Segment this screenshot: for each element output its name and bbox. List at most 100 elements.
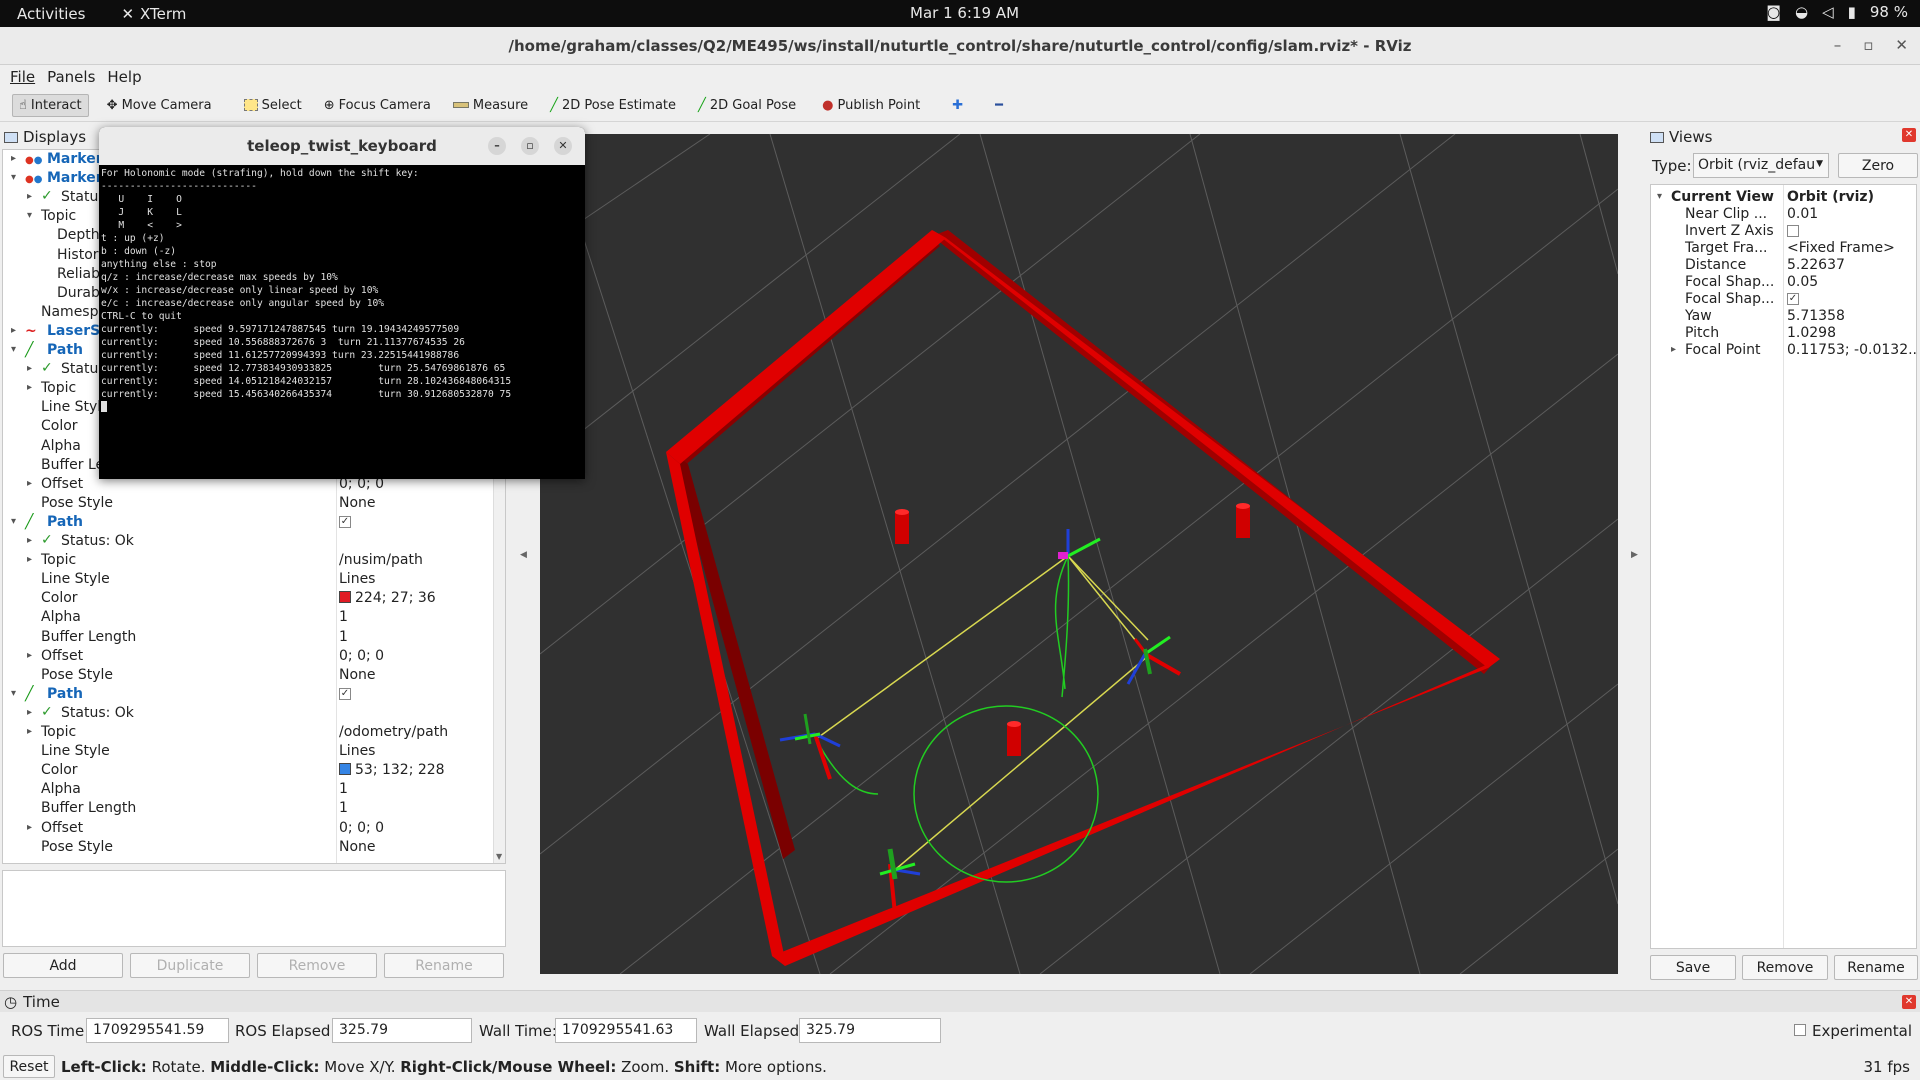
tree-row-value[interactable]: 1 xyxy=(339,781,348,797)
menu-file[interactable]: File xyxy=(10,68,35,86)
views-row[interactable]: Pitch 1.0298 xyxy=(1651,325,1916,342)
maximize-icon[interactable]: ▫ xyxy=(1863,36,1873,54)
tree-row[interactable]: ▸ Topic/odometry/path xyxy=(3,723,493,742)
collapsed-arrow-icon[interactable]: ▸ xyxy=(27,478,32,489)
view-checkbox[interactable] xyxy=(1787,225,1799,237)
views-row-value[interactable]: 5.22637 xyxy=(1787,257,1845,273)
tree-row-value[interactable]: /odometry/path xyxy=(339,724,448,740)
color-swatch[interactable] xyxy=(339,763,351,776)
collapse-left-icon[interactable]: ◀ xyxy=(520,550,527,560)
views-rename-button[interactable]: Rename xyxy=(1834,955,1918,980)
teleop-terminal-window[interactable]: teleop_twist_keyboard – ▫ ✕ For Holonomi… xyxy=(99,127,585,479)
tree-row-value[interactable]: Lines xyxy=(339,571,375,587)
enable-checkbox[interactable]: ✓ xyxy=(339,515,351,528)
clock[interactable]: Mar 1 6:19 AM xyxy=(910,4,1019,22)
add-tool-button[interactable]: ✚ xyxy=(946,95,969,116)
views-row[interactable]: Distance 5.22637 xyxy=(1651,257,1916,274)
close-icon[interactable]: ✕ xyxy=(1895,36,1908,54)
tree-row-value[interactable]: 0; 0; 0 xyxy=(339,820,384,836)
views-row[interactable]: Focal Shap... ✓ xyxy=(1651,291,1916,308)
menu-panels[interactable]: Panels xyxy=(47,68,95,86)
tree-row[interactable]: ▸ Offset 0; 0; 0 xyxy=(3,819,493,838)
remove-tool-button[interactable]: ━ xyxy=(989,95,1009,116)
focus-camera-tool[interactable]: ⊕ Focus Camera xyxy=(318,95,437,116)
ros-elapsed-field[interactable]: 325.79 xyxy=(332,1018,472,1043)
views-row[interactable]: Yaw 5.71358 xyxy=(1651,308,1916,325)
color-swatch[interactable] xyxy=(339,591,351,604)
tree-row[interactable]: ▸ Topic/nusim/path xyxy=(3,551,493,570)
collapsed-arrow-icon[interactable]: ▸ xyxy=(11,325,16,336)
collapsed-arrow-icon[interactable]: ▸ xyxy=(27,382,32,393)
publish-point-tool[interactable]: ● Publish Point xyxy=(816,95,926,116)
terminal-maximize-icon[interactable]: ▫ xyxy=(521,137,539,155)
tree-row-value[interactable]: 1 xyxy=(339,609,348,625)
select-tool[interactable]: Select xyxy=(238,95,308,116)
collapsed-arrow-icon[interactable]: ▸ xyxy=(27,726,32,737)
terminal-output[interactable]: For Holonomic mode (strafing), hold down… xyxy=(101,167,583,479)
views-row[interactable]: Near Clip ... 0.01 xyxy=(1651,206,1916,223)
tree-row-value[interactable]: None xyxy=(339,839,376,855)
collapsed-arrow-icon[interactable]: ▸ xyxy=(1671,344,1676,355)
expanded-arrow-icon[interactable]: ▾ xyxy=(27,210,32,221)
tree-row-value[interactable]: None xyxy=(339,667,376,683)
terminal-close-icon[interactable]: ✕ xyxy=(554,137,572,155)
tree-row[interactable]: Alpha 1 xyxy=(3,608,493,627)
collapsed-arrow-icon[interactable]: ▸ xyxy=(27,650,32,661)
wall-elapsed-field[interactable]: 325.79 xyxy=(799,1018,941,1043)
views-row-value[interactable]: 5.71358 xyxy=(1787,308,1845,324)
views-row[interactable]: Target Fra... <Fixed Frame> xyxy=(1651,240,1916,257)
remove-button[interactable]: Remove xyxy=(257,953,377,978)
move-camera-tool[interactable]: ✥ Move Camera xyxy=(101,95,218,116)
duplicate-button[interactable]: Duplicate xyxy=(130,953,250,978)
activities-button[interactable]: Activities xyxy=(17,5,85,23)
app-menu[interactable]: ✕ XTerm xyxy=(121,5,186,23)
collapse-right-icon[interactable]: ▶ xyxy=(1631,550,1638,560)
rename-button[interactable]: Rename xyxy=(384,953,504,978)
terminal-minimize-icon[interactable]: – xyxy=(488,137,506,155)
expanded-arrow-icon[interactable]: ▾ xyxy=(11,344,16,355)
measure-tool[interactable]: Measure xyxy=(447,95,534,116)
collapsed-arrow-icon[interactable]: ▸ xyxy=(27,535,32,546)
tree-row-value[interactable]: 224; 27; 36 xyxy=(339,590,436,606)
tree-row[interactable]: Pose Style None xyxy=(3,838,493,857)
interact-tool[interactable]: ☝ Interact xyxy=(12,93,89,117)
tree-row[interactable]: ▸ ✓ Status: Ok xyxy=(3,704,493,723)
tree-row-value[interactable]: 1 xyxy=(339,629,348,645)
collapsed-arrow-icon[interactable]: ▸ xyxy=(11,153,16,164)
views-tree[interactable]: ▾ Current View Orbit (rviz) Near Clip ... 0.… xyxy=(1650,184,1917,949)
system-tray[interactable]: ◙ ◒ ◁ ▮ 98 % xyxy=(1766,3,1908,21)
close-time-icon[interactable]: ✕ xyxy=(1902,995,1916,1009)
views-row[interactable]: ▾ Current View Orbit (rviz) xyxy=(1651,189,1916,206)
tree-row[interactable]: Buffer Length 1 xyxy=(3,799,493,818)
tree-row-value[interactable]: None xyxy=(339,495,376,511)
tree-row[interactable]: ▾ ╱ Path ✓ xyxy=(3,513,493,532)
views-row-value[interactable]: Orbit (rviz) xyxy=(1787,189,1874,205)
reset-button[interactable]: Reset xyxy=(3,1055,55,1078)
tree-row-value[interactable]: 53; 132; 228 xyxy=(339,762,445,778)
goal-pose-tool[interactable]: ╱ 2D Goal Pose xyxy=(692,95,802,116)
3d-viewport[interactable] xyxy=(540,134,1618,974)
views-row-value[interactable]: 0.01 xyxy=(1787,206,1818,222)
views-row-value[interactable]: <Fixed Frame> xyxy=(1787,240,1895,256)
zero-button[interactable]: Zero xyxy=(1838,153,1918,178)
views-row-value[interactable]: 0.11753; -0.0132... xyxy=(1787,342,1916,358)
tree-row-value[interactable]: 1 xyxy=(339,800,348,816)
views-row-value[interactable]: 1.0298 xyxy=(1787,325,1836,341)
close-views-icon[interactable]: ✕ xyxy=(1902,128,1916,142)
collapsed-arrow-icon[interactable]: ▸ xyxy=(27,822,32,833)
view-checkbox[interactable]: ✓ xyxy=(1787,293,1799,305)
tree-row-value[interactable]: /nusim/path xyxy=(339,552,423,568)
menu-help[interactable]: Help xyxy=(107,68,141,86)
experimental-checkbox[interactable] xyxy=(1794,1024,1806,1036)
tree-row[interactable]: Buffer Length 1 xyxy=(3,628,493,647)
views-row[interactable]: Invert Z Axis xyxy=(1651,223,1916,240)
tree-row[interactable]: ▸ Offset 0; 0; 0 xyxy=(3,647,493,666)
collapsed-arrow-icon[interactable]: ▸ xyxy=(27,554,32,565)
views-row[interactable]: ▸ Focal Point 0.11753; -0.0132... xyxy=(1651,342,1916,359)
collapsed-arrow-icon[interactable]: ▸ xyxy=(27,191,32,202)
tree-row-value[interactable]: 0; 0; 0 xyxy=(339,648,384,664)
scene-svg[interactable] xyxy=(540,134,1618,974)
views-row[interactable]: Focal Shap... 0.05 xyxy=(1651,274,1916,291)
tree-row[interactable]: ▸ ✓ Status: Ok xyxy=(3,532,493,551)
expanded-arrow-icon[interactable]: ▾ xyxy=(11,516,16,527)
